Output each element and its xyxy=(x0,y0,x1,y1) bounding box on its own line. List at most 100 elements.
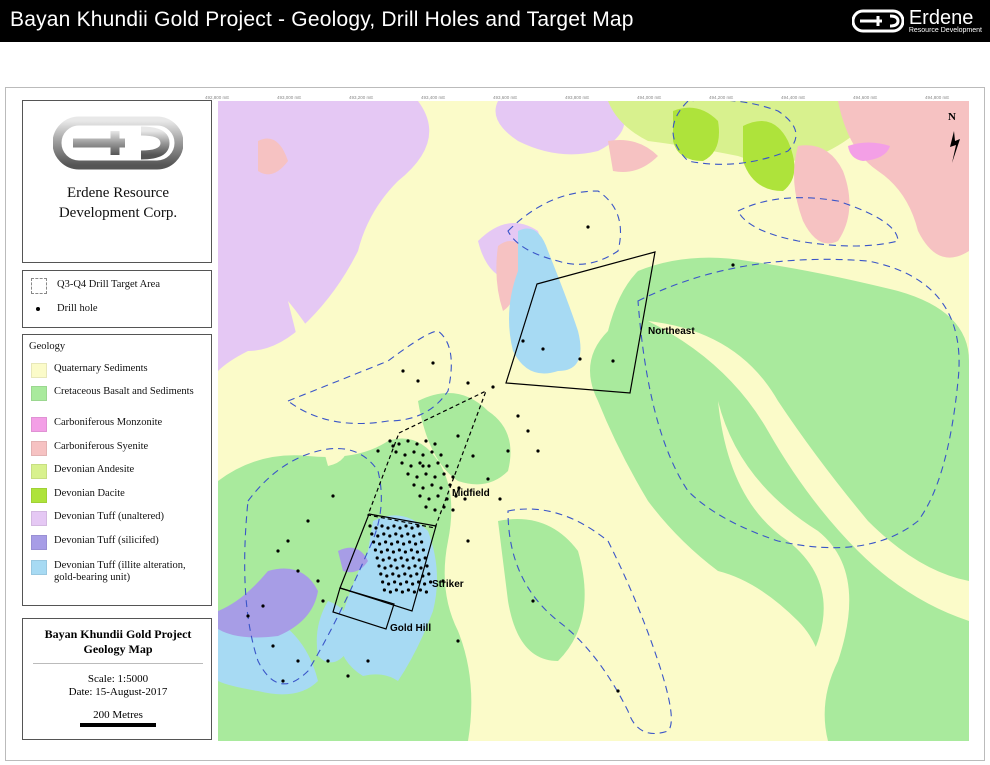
drill-hole xyxy=(611,359,615,363)
drill-hole xyxy=(421,548,425,552)
drill-hole xyxy=(387,582,391,586)
drill-hole xyxy=(516,414,520,418)
drill-hole xyxy=(394,532,398,536)
drill-hole xyxy=(526,429,530,433)
drill-hole xyxy=(418,494,422,498)
company-name-line2: Development Corp. xyxy=(58,205,178,221)
drill-hole xyxy=(412,590,416,594)
drill-hole xyxy=(412,450,416,454)
drill-hole xyxy=(436,494,440,498)
drill-hole xyxy=(491,385,495,389)
drill-hole xyxy=(403,572,407,576)
north-label: N xyxy=(948,111,956,123)
drill-hole xyxy=(414,542,418,546)
drill-hole xyxy=(405,558,409,562)
geology-swatch xyxy=(31,511,47,526)
scale-bar xyxy=(80,723,156,727)
geology-label: Cretaceous Basalt and Sediments xyxy=(54,386,194,397)
drill-hole xyxy=(421,464,425,468)
drill-hole xyxy=(370,532,374,536)
drill-hole xyxy=(382,532,386,536)
drill-hole xyxy=(399,582,403,586)
geology-swatch xyxy=(31,560,47,575)
drill-hole xyxy=(401,369,405,373)
drill-hole xyxy=(412,534,416,538)
drill-hole xyxy=(471,454,475,458)
drill-hole xyxy=(415,550,419,554)
drill-hole xyxy=(439,453,443,457)
coordinate-tick: 494,600 mE xyxy=(853,95,878,100)
drill-hole xyxy=(424,505,428,509)
geology-label: Devonian Tuff (illite alteration, gold-b… xyxy=(54,560,186,583)
drill-hole xyxy=(466,539,470,543)
drill-hole xyxy=(392,524,396,528)
drill-hole xyxy=(410,526,414,530)
geology-swatch xyxy=(31,363,47,378)
drill-hole xyxy=(418,532,422,536)
drill-hole xyxy=(296,659,300,663)
geology-label: Devonian Andesite xyxy=(54,464,135,475)
drill-hole xyxy=(431,361,435,365)
drill-hole xyxy=(421,453,425,457)
brand-name: Erdene xyxy=(908,6,974,29)
drill-hole xyxy=(368,524,372,528)
drill-hole xyxy=(388,534,392,538)
drill-hole xyxy=(387,556,391,560)
label-goldhill: Gold Hill xyxy=(390,623,432,634)
label-midfield: Midfield xyxy=(452,488,490,499)
company-box: Erdene Resource Development Corp. xyxy=(22,100,212,263)
coordinate-tick: 493,600 mE xyxy=(493,95,518,100)
drill-hole xyxy=(376,534,380,538)
drill-hole xyxy=(276,549,280,553)
coordinate-tick: 494,000 mE xyxy=(637,95,662,100)
drill-hole xyxy=(372,540,376,544)
drill-hole xyxy=(731,263,735,267)
drill-hole xyxy=(386,526,390,530)
drill-hole xyxy=(393,580,397,584)
date-text: Date: 15-August-2017 xyxy=(68,686,168,698)
map-canvas[interactable] xyxy=(218,101,969,741)
geology-legend-item: Devonian Tuff (silicifed) xyxy=(31,535,204,550)
drill-hole xyxy=(411,556,415,560)
drill-hole xyxy=(399,556,403,560)
geology-label: Carboniferous Syenite xyxy=(54,441,149,452)
drill-hole xyxy=(451,508,455,512)
drill-hole xyxy=(321,599,325,603)
geology-swatch xyxy=(31,535,47,550)
drill-hole xyxy=(420,540,424,544)
drill-hole xyxy=(448,483,452,487)
drill-hole xyxy=(541,347,545,351)
drill-hole xyxy=(391,572,395,576)
drill-hole xyxy=(427,497,431,501)
drill-hole xyxy=(445,497,449,501)
geology-swatch xyxy=(31,441,47,456)
drill-hole xyxy=(417,558,421,562)
coordinate-tick: 493,200 mE xyxy=(349,95,374,100)
drill-hole xyxy=(395,566,399,570)
drill-hole xyxy=(433,508,437,512)
drill-hole xyxy=(427,464,431,468)
drill-hole xyxy=(397,574,401,578)
label-striker: Striker xyxy=(432,579,464,590)
geology-legend-item: Devonian Tuff (illite alteration, gold-b… xyxy=(31,560,204,584)
drill-hole xyxy=(286,539,290,543)
drill-hole xyxy=(380,524,384,528)
geology-map[interactable]: Northeast Midfield Striker Gold Hill N xyxy=(218,101,969,741)
brand-logo: Erdene Resource Development xyxy=(851,6,982,36)
geology-legend-item: Devonian Dacite xyxy=(31,488,204,503)
drill-hole xyxy=(381,580,385,584)
geology-legend-item: Devonian Andesite xyxy=(31,464,204,479)
drillhole-label: Drill hole xyxy=(57,303,98,314)
drill-hole xyxy=(416,379,420,383)
geology-legend-box: Geology Quaternary Sediments Cretaceous B… xyxy=(22,334,212,606)
geology-heading: Geology xyxy=(29,341,66,352)
drill-hole xyxy=(417,580,421,584)
erd-logo-icon xyxy=(851,9,904,33)
drill-hole xyxy=(486,477,490,481)
map-title: Bayan Khundii Gold Project - Geology, Dr… xyxy=(10,8,634,31)
drill-hole xyxy=(616,689,620,693)
drill-hole xyxy=(379,550,383,554)
drill-hole xyxy=(398,526,402,530)
drill-hole xyxy=(451,475,455,479)
geology-label: Quaternary Sediments xyxy=(54,363,148,374)
